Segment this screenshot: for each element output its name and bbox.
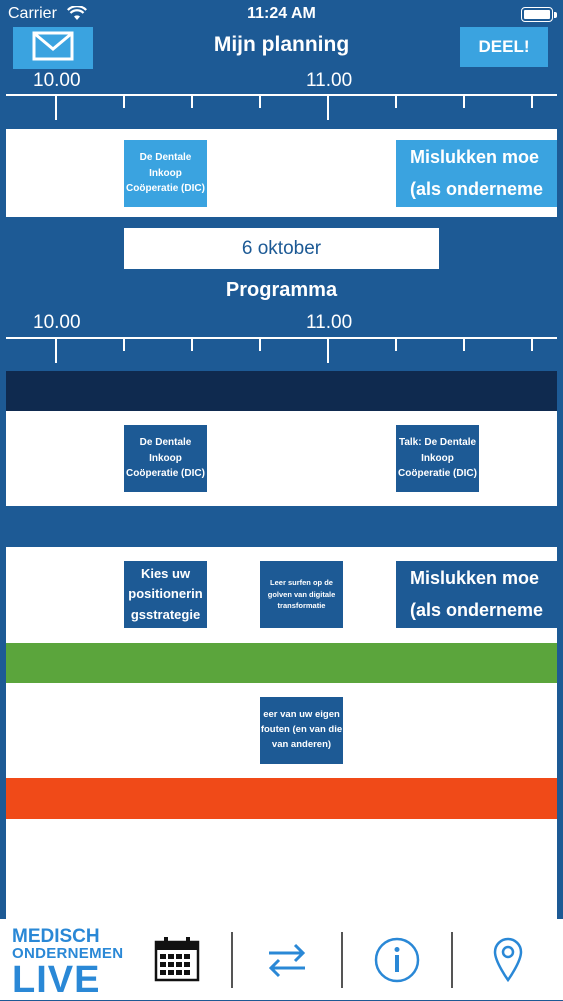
program-item-mislukken-line1: Mislukken moe	[410, 568, 540, 588]
program-item-surfen[interactable]: Leer surfen op de golven van digitale tr…	[260, 561, 343, 628]
tab-location[interactable]	[492, 936, 524, 987]
program-item-positionering[interactable]: Kies uw positionerin gsstrategie	[124, 561, 207, 628]
timeline-tick	[259, 337, 261, 351]
planning-item-dic[interactable]: De Dentale Inkoop Coöperatie (DIC)	[124, 140, 207, 207]
planning-item-mislukken-line2: (als onderneme	[410, 178, 544, 199]
battery-tip	[554, 12, 557, 18]
program-item-talk-dic[interactable]: Talk: De Dentale Inkoop Coöperatie (DIC)	[396, 425, 479, 492]
program-item-positionering-line3: gsstrategie	[130, 606, 201, 622]
tab-swap[interactable]	[265, 940, 309, 985]
program-item-positionering-line2: positionerin	[128, 586, 203, 602]
battery-icon	[521, 7, 553, 22]
tab-separator	[451, 932, 453, 988]
program-track-navy	[6, 371, 557, 411]
program-track-green	[6, 643, 557, 683]
calendar-icon	[154, 937, 200, 986]
program-item-mislukken-line2: (als onderneme	[410, 599, 544, 620]
swap-arrows-icon	[265, 943, 309, 984]
time-label-11: 11.00	[306, 70, 353, 91]
planning-item-mislukken-line1: Mislukken moe	[410, 147, 540, 167]
program-row-4	[6, 819, 557, 919]
planning-item-mislukken[interactable]: Mislukken moe (als onderneme	[396, 140, 557, 207]
timeline-tick	[191, 337, 193, 351]
logo-line1: MEDISCH	[12, 926, 100, 947]
timeline-tick	[191, 94, 193, 108]
share-button[interactable]: DEEL!	[460, 27, 548, 67]
location-pin-icon	[492, 937, 524, 986]
program-item-fouten[interactable]: eer van uw eigen fouten (en van die van …	[260, 697, 343, 764]
timeline-tick	[395, 337, 397, 351]
program-item-mislukken[interactable]: Mislukken moe (als onderneme	[396, 561, 557, 628]
timeline-tick	[463, 94, 465, 108]
status-time: 11:24 AM	[247, 5, 316, 22]
timeline-tick	[531, 337, 533, 351]
timeline-tick	[259, 94, 261, 108]
info-icon	[374, 937, 420, 987]
tab-info[interactable]	[374, 937, 420, 988]
timeline-axis	[6, 337, 557, 339]
tab-separator	[231, 932, 233, 988]
time-label-11: 11.00	[306, 312, 353, 333]
status-bar: Carrier 11:24 AM	[0, 0, 563, 30]
tab-separator	[341, 932, 343, 988]
timeline-tick	[463, 337, 465, 351]
program-item-dic[interactable]: De Dentale Inkoop Coöperatie (DIC)	[124, 425, 207, 492]
timeline-tick	[123, 94, 125, 108]
timeline-tick-major	[327, 337, 329, 363]
program-item-positionering-line1: Kies uw	[140, 566, 191, 582]
timeline-tick-major	[55, 94, 57, 120]
time-label-10: 10.00	[33, 312, 81, 333]
program-track-orange	[6, 778, 557, 819]
logo-line3: LIVE	[12, 959, 101, 1001]
time-label-10: 10.00	[33, 70, 81, 91]
timeline-tick-major	[327, 94, 329, 120]
timeline-tick	[395, 94, 397, 108]
timeline-tick-major	[55, 337, 57, 363]
timeline-tick	[123, 337, 125, 351]
section-title: Programma	[225, 279, 338, 301]
timeline-axis	[6, 94, 557, 96]
date-selector[interactable]: 6 oktober	[124, 228, 439, 269]
app-logo: MEDISCH ONDERNEMEN LIVE	[12, 927, 123, 999]
tab-calendar[interactable]	[154, 936, 200, 987]
timeline-tick	[531, 94, 533, 108]
